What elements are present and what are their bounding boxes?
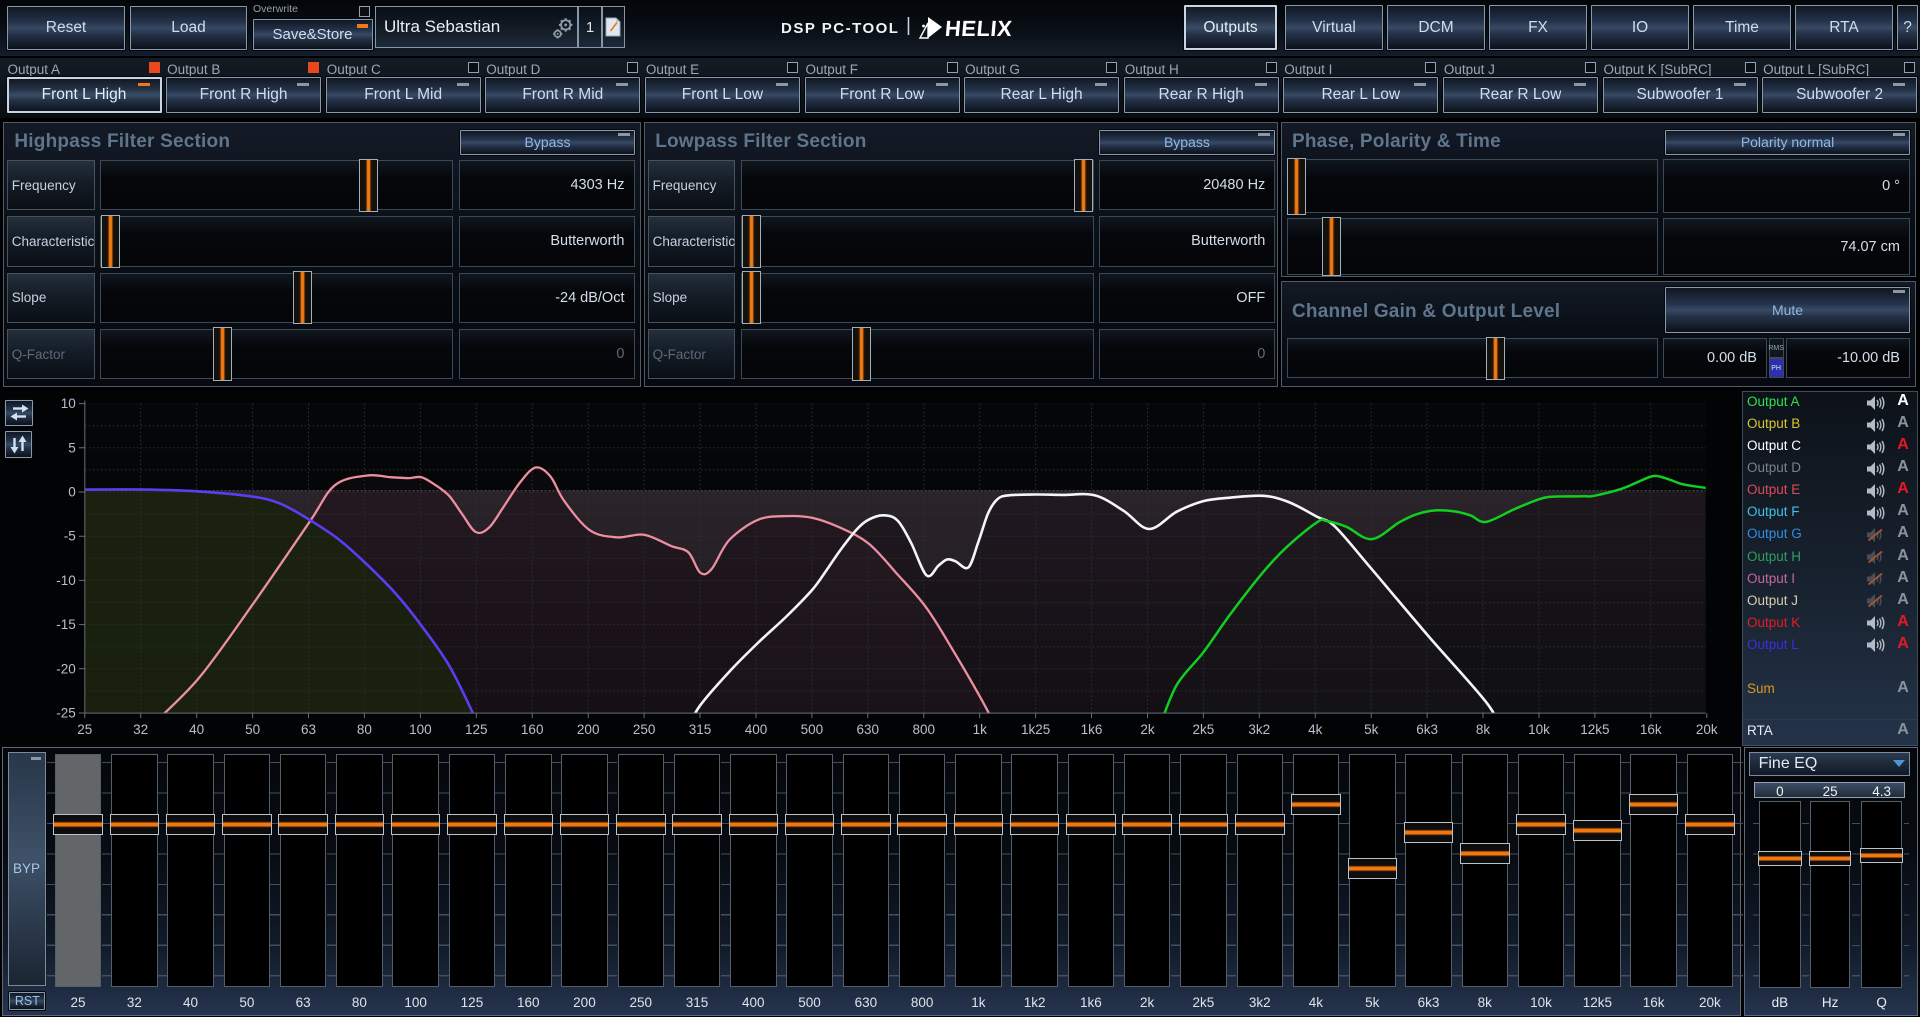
svg-text:-15: -15: [56, 617, 76, 632]
svg-text:-25: -25: [56, 706, 76, 721]
svg-text:500: 500: [801, 722, 824, 737]
svg-text:160: 160: [521, 722, 544, 737]
svg-text:630: 630: [857, 722, 880, 737]
svg-text:-20: -20: [56, 661, 76, 676]
svg-text:25: 25: [77, 722, 92, 737]
svg-text:4k: 4k: [1308, 722, 1323, 737]
svg-text:80: 80: [357, 722, 372, 737]
svg-text:0: 0: [68, 485, 76, 500]
svg-text:5k: 5k: [1364, 722, 1379, 737]
svg-text:1k6: 1k6: [1081, 722, 1103, 737]
svg-text:315: 315: [689, 722, 712, 737]
svg-text:10: 10: [61, 396, 76, 411]
svg-text:32: 32: [133, 722, 148, 737]
svg-text:50: 50: [245, 722, 260, 737]
svg-text:1k: 1k: [973, 722, 988, 737]
svg-text:8k: 8k: [1476, 722, 1491, 737]
svg-text:2k5: 2k5: [1193, 722, 1215, 737]
svg-text:250: 250: [633, 722, 656, 737]
svg-text:125: 125: [465, 722, 488, 737]
svg-text:-5: -5: [64, 529, 76, 544]
svg-text:200: 200: [577, 722, 600, 737]
svg-text:5: 5: [68, 440, 76, 455]
svg-text:40: 40: [189, 722, 204, 737]
svg-text:3k2: 3k2: [1248, 722, 1270, 737]
svg-text:16k: 16k: [1640, 722, 1662, 737]
svg-text:63: 63: [301, 722, 316, 737]
svg-text:400: 400: [745, 722, 768, 737]
svg-text:1k25: 1k25: [1021, 722, 1050, 737]
svg-text:6k3: 6k3: [1416, 722, 1438, 737]
svg-text:12k5: 12k5: [1580, 722, 1609, 737]
svg-text:10k: 10k: [1528, 722, 1550, 737]
svg-text:100: 100: [409, 722, 432, 737]
svg-text:20k: 20k: [1696, 722, 1718, 737]
svg-text:800: 800: [913, 722, 936, 737]
svg-text:2k: 2k: [1140, 722, 1155, 737]
svg-text:-10: -10: [56, 573, 76, 588]
